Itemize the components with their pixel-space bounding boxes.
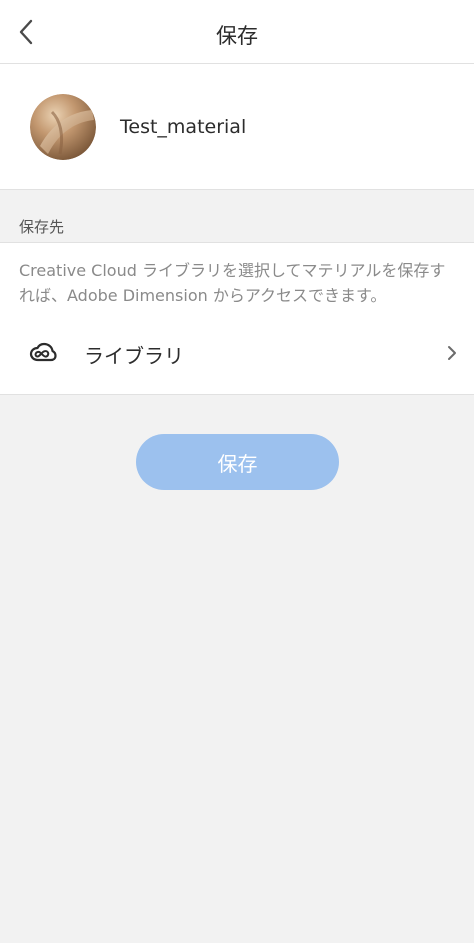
creative-cloud-icon bbox=[29, 342, 57, 362]
destination-description: Creative Cloud ライブラリを選択してマテリアルを保存すれば、Ado… bbox=[19, 261, 446, 305]
material-sphere-thumbnail bbox=[30, 94, 96, 160]
top-bar: 保存 bbox=[0, 0, 474, 64]
destination-section-label: 保存先 bbox=[19, 218, 65, 236]
destination-card: Creative Cloud ライブラリを選択してマテリアルを保存すれば、Ado… bbox=[0, 242, 474, 395]
library-select-row[interactable]: ライブラリ bbox=[0, 331, 474, 375]
chevron-right-icon bbox=[448, 346, 456, 360]
page-title: 保存 bbox=[216, 24, 258, 48]
material-name: Test_material bbox=[120, 116, 247, 138]
material-preview-row: Test_material bbox=[0, 64, 474, 190]
save-button[interactable]: 保存 bbox=[136, 434, 339, 490]
library-label: ライブラリ bbox=[84, 344, 184, 368]
